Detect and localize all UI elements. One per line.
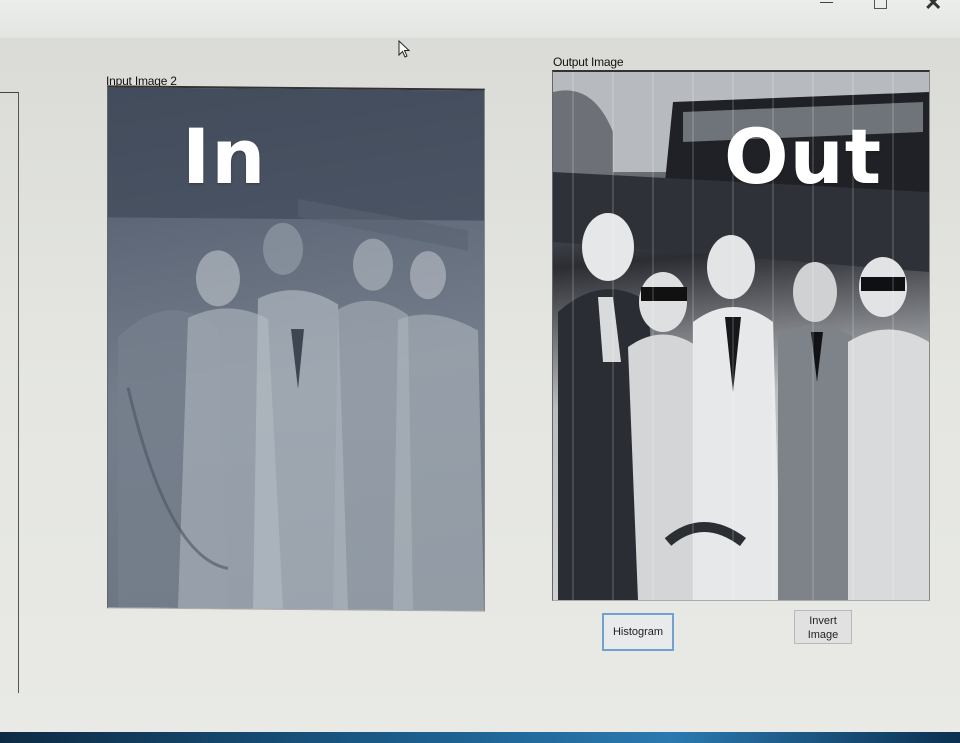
out-overlay-text: Out: [724, 112, 883, 201]
histogram-button[interactable]: Histogram: [602, 613, 674, 651]
close-icon[interactable]: ✕: [924, 0, 942, 16]
output-image-label: Output Image: [553, 55, 624, 69]
maximize-icon[interactable]: [874, 0, 887, 9]
minimize-icon[interactable]: [820, 0, 836, 4]
invert-button-line1: Invert: [809, 615, 837, 627]
taskbar: [0, 732, 960, 743]
input-photo-graphic: [108, 87, 484, 611]
in-overlay-text: In: [182, 112, 267, 201]
arrow-cursor-icon: [398, 40, 411, 58]
title-bar: ✕: [0, 0, 960, 38]
invert-image-button[interactable]: Invert Image: [794, 610, 852, 644]
input-image: [107, 85, 485, 612]
left-panel-edge: [0, 92, 19, 693]
invert-button-line2: Image: [807, 629, 839, 641]
